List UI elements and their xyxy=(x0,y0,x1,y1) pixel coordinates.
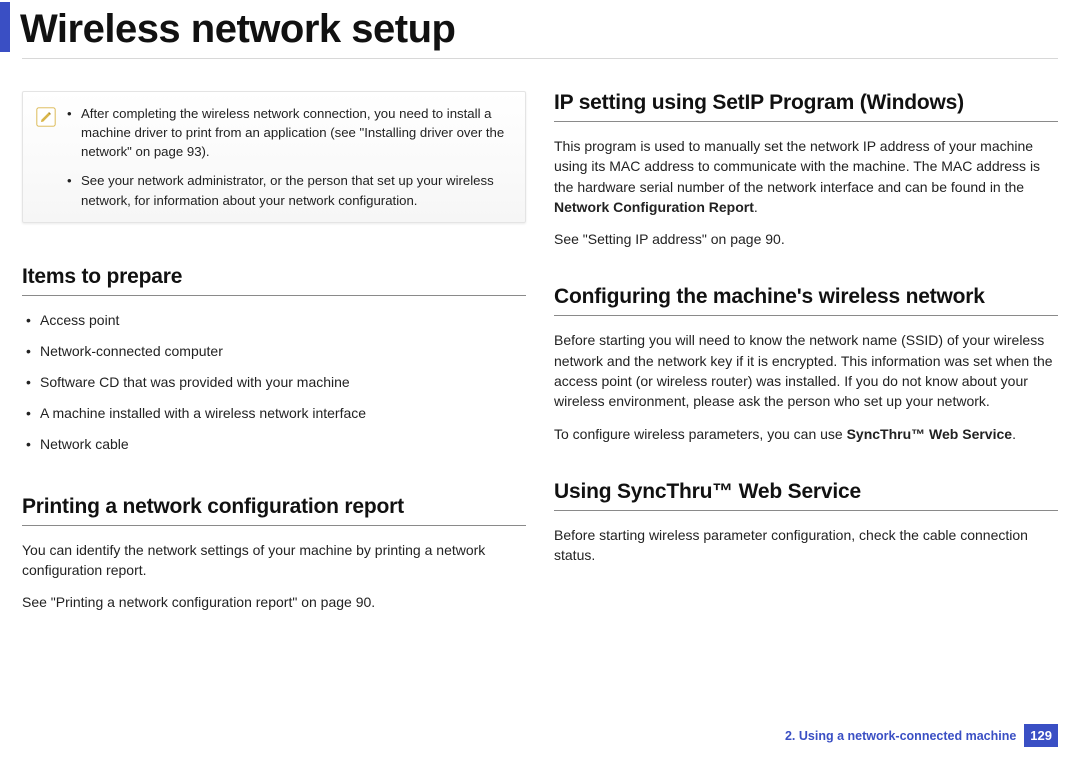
text-run: To configure wireless parameters, you ca… xyxy=(554,426,847,442)
list-item: A machine installed with a wireless netw… xyxy=(22,403,526,424)
title-accent-bar xyxy=(0,2,10,52)
heading-ip-setip: IP setting using SetIP Program (Windows) xyxy=(554,91,1058,122)
items-to-prepare-list: Access point Network-connected computer … xyxy=(22,310,526,455)
text-run: . xyxy=(754,199,758,215)
footer-chapter: 2. Using a network-connected machine xyxy=(785,729,1016,743)
body-text: This program is used to manually set the… xyxy=(554,136,1058,217)
body-text: Before starting you will need to know th… xyxy=(554,330,1058,411)
title-bar: Wireless network setup xyxy=(22,0,1058,58)
list-item: Software CD that was provided with your … xyxy=(22,372,526,393)
list-item: Network cable xyxy=(22,434,526,455)
page-title: Wireless network setup xyxy=(20,7,455,52)
body-text: See "Setting IP address" on page 90. xyxy=(554,229,1058,249)
list-item: Network-connected computer xyxy=(22,341,526,362)
body-text: See "Printing a network configuration re… xyxy=(22,592,526,612)
note-item: See your network administrator, or the p… xyxy=(67,171,511,209)
bold-text: Network Configuration Report xyxy=(554,199,754,215)
right-column: IP setting using SetIP Program (Windows)… xyxy=(554,91,1058,625)
title-rule xyxy=(22,58,1058,59)
note-list: After completing the wireless network co… xyxy=(67,104,511,210)
list-item: Access point xyxy=(22,310,526,331)
footer-page-number: 129 xyxy=(1024,724,1058,747)
bold-text: SyncThru™ Web Service xyxy=(847,426,1012,442)
heading-items-to-prepare: Items to prepare xyxy=(22,265,526,296)
note-pencil-icon xyxy=(35,106,57,128)
text-run: . xyxy=(1012,426,1016,442)
text-run: This program is used to manually set the… xyxy=(554,138,1040,195)
body-text: Before starting wireless parameter confi… xyxy=(554,525,1058,566)
left-column: After completing the wireless network co… xyxy=(22,91,526,625)
heading-config-wireless: Configuring the machine's wireless netwo… xyxy=(554,285,1058,316)
body-text: To configure wireless parameters, you ca… xyxy=(554,424,1058,444)
heading-syncthru: Using SyncThru™ Web Service xyxy=(554,480,1058,511)
note-box: After completing the wireless network co… xyxy=(22,91,526,223)
heading-print-config-report: Printing a network configuration report xyxy=(22,495,526,526)
body-text: You can identify the network settings of… xyxy=(22,540,526,581)
page-footer: 2. Using a network-connected machine 129 xyxy=(785,724,1058,747)
note-item: After completing the wireless network co… xyxy=(67,104,511,161)
